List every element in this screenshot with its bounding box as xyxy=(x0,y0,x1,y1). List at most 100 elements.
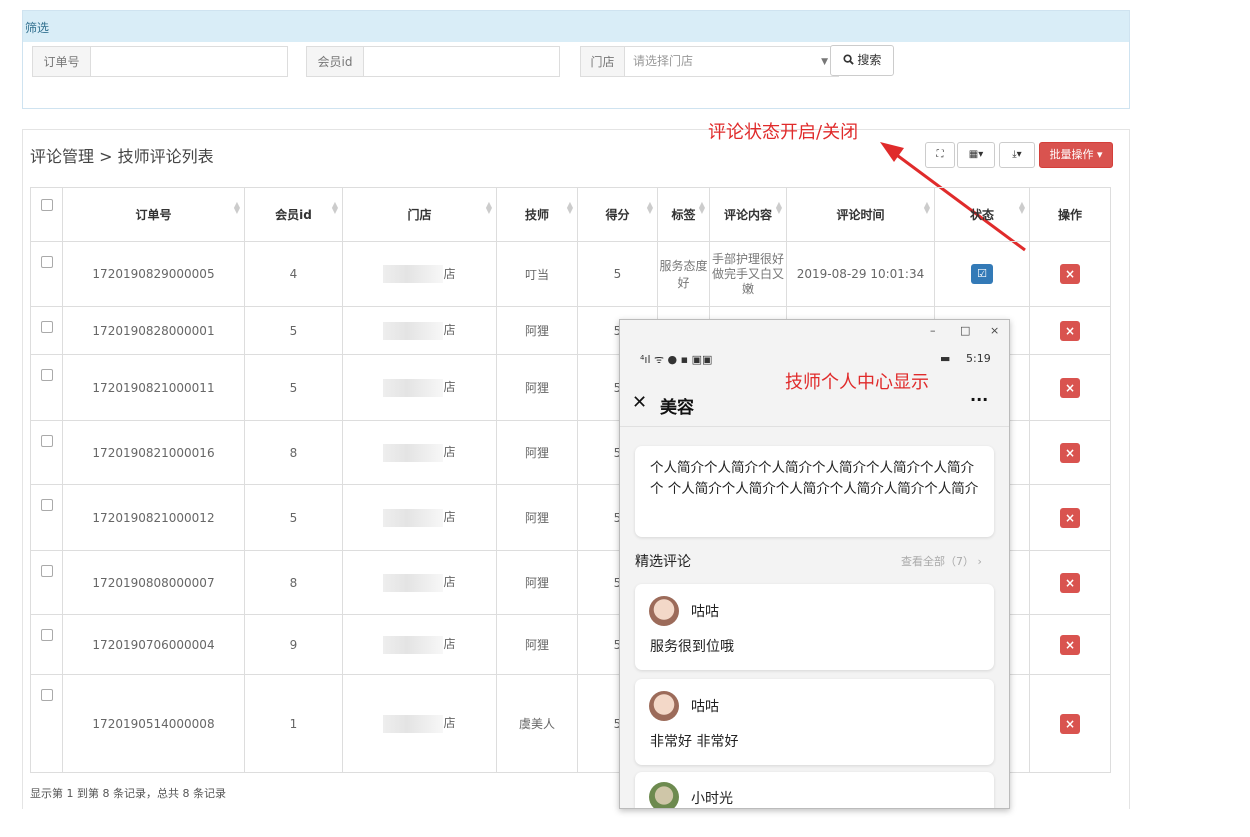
chevron-right-icon: › xyxy=(977,555,982,568)
member-cell: 8 xyxy=(244,420,343,485)
col-status-label: 状态 xyxy=(969,208,994,222)
status-toggle-button[interactable]: ☑ xyxy=(971,264,993,284)
blurred-store-name xyxy=(383,265,444,284)
row-checkbox[interactable] xyxy=(30,241,63,307)
review-user: 小时光 xyxy=(691,791,733,807)
store-cell: 店 xyxy=(342,674,497,773)
more-icon[interactable]: ··· xyxy=(970,390,988,409)
avatar xyxy=(649,596,679,626)
review-text: 服务很到位哦 xyxy=(650,639,734,655)
row-checkbox[interactable] xyxy=(30,614,63,675)
check-square-icon: ☑ xyxy=(977,267,987,280)
columns-button[interactable]: ▦▾ xyxy=(957,142,995,168)
search-button[interactable]: 搜索 xyxy=(830,45,894,76)
col-actions-label: 操作 xyxy=(1057,208,1082,222)
close-icon: × xyxy=(1064,445,1076,460)
export-button[interactable]: ⤓▾ xyxy=(999,142,1035,168)
table-row: 1720190829000005 4 店 叮当 5 服务态度好 手部护理很好 做完手又白又嫩… xyxy=(30,241,1148,307)
close-icon: × xyxy=(1064,575,1076,590)
close-icon: × xyxy=(1064,716,1076,731)
phone-preview-window: – □ × ⁴ıl ᯤ ● ▪ ▣▣ ▬ 5:19 技师个人中心显示 ✕ 美容 … xyxy=(619,319,1010,809)
order-number-label: 订单号 xyxy=(32,46,91,77)
order-cell: 1720190821000012 xyxy=(62,484,245,551)
col-content-label: 评论内容 xyxy=(723,208,772,222)
tech-cell: 阿狸 xyxy=(496,306,578,355)
view-all-link[interactable]: 查看全部（7） › xyxy=(901,553,982,569)
member-id-input[interactable] xyxy=(364,46,560,77)
order-cell: 1720190821000011 xyxy=(62,354,245,421)
sort-icon: ▲ ▼ xyxy=(485,200,492,215)
row-checkbox[interactable] xyxy=(30,484,63,551)
col-tech[interactable]: 技师 ▲ ▼ xyxy=(496,187,578,242)
delete-button[interactable]: × xyxy=(1060,572,1080,593)
select-all-checkbox[interactable] xyxy=(30,187,63,242)
order-number-input[interactable] xyxy=(91,46,288,77)
row-checkbox[interactable] xyxy=(30,306,63,355)
member-cell: 5 xyxy=(244,306,343,355)
delete-button[interactable]: × xyxy=(1060,264,1080,284)
review-card: 咕咕 非常好 非常好 xyxy=(635,679,994,765)
sort-icon: ▲ ▼ xyxy=(1018,200,1025,215)
store-suffix: 店 xyxy=(443,323,456,338)
phone-annotation: 技师个人中心显示 xyxy=(785,372,929,393)
blurred-store-name xyxy=(383,573,444,592)
search-icon xyxy=(843,54,854,65)
row-checkbox[interactable] xyxy=(30,550,63,615)
blurred-store-name xyxy=(383,321,444,340)
delete-button[interactable]: × xyxy=(1060,634,1080,655)
minimize-icon[interactable]: – xyxy=(930,324,936,337)
col-member[interactable]: 会员id ▲ ▼ xyxy=(244,187,343,242)
batch-actions-button[interactable]: 批量操作 ▾ xyxy=(1039,142,1113,168)
close-icon[interactable]: ✕ xyxy=(632,392,647,413)
col-content[interactable]: 评论内容 ▲ ▼ xyxy=(709,187,787,242)
delete-button[interactable]: × xyxy=(1060,507,1080,528)
member-cell: 4 xyxy=(244,241,343,307)
close-icon: × xyxy=(1064,380,1076,395)
status-annotation: 评论状态开启/关闭 xyxy=(708,122,859,143)
actions-cell: × xyxy=(1029,674,1111,773)
col-order[interactable]: 订单号 ▲ ▼ xyxy=(62,187,245,242)
actions-cell: × xyxy=(1029,420,1111,485)
member-cell: 5 xyxy=(244,354,343,421)
battery-icon: ▬ xyxy=(940,352,951,365)
review-user: 咕咕 xyxy=(691,604,719,620)
actions-cell: × xyxy=(1029,354,1111,421)
delete-button[interactable]: × xyxy=(1060,713,1080,734)
row-checkbox[interactable] xyxy=(30,674,63,773)
chevron-down-icon: ▼ xyxy=(821,57,828,67)
row-checkbox[interactable] xyxy=(30,354,63,421)
col-time[interactable]: 评论时间 ▲ ▼ xyxy=(786,187,935,242)
table-header-row: 订单号 ▲ ▼ 会员id ▲ ▼ 门店 ▲ ▼ 技师 ▲ ▼ 得分 ▲ ▼ 标签 ▲ ▼ 评论内容 ▲ ▼ … xyxy=(30,187,1148,242)
col-store[interactable]: 门店 ▲ ▼ xyxy=(342,187,497,242)
col-store-label: 门店 xyxy=(407,208,432,222)
col-score[interactable]: 得分 ▲ ▼ xyxy=(577,187,658,242)
delete-button[interactable]: × xyxy=(1060,442,1080,463)
view-all-label: 查看全部（7） xyxy=(901,555,974,568)
window-titlebar: – □ × xyxy=(620,320,1009,344)
fullscreen-button[interactable]: ⛶ xyxy=(925,142,955,168)
tech-cell: 阿狸 xyxy=(496,484,578,551)
col-status[interactable]: 状态 ▲ ▼ xyxy=(934,187,1030,242)
bio-card: 个人简介个人简介个人简介个人简介个人简介个人简介个 个人简介个人简介个人简介个人… xyxy=(635,446,994,537)
order-cell: 1720190828000001 xyxy=(62,306,245,355)
col-member-label: 会员id xyxy=(275,208,312,222)
store-cell: 店 xyxy=(342,241,497,307)
row-checkbox[interactable] xyxy=(30,420,63,485)
store-select[interactable]: 请选择门店 ▼ xyxy=(625,46,839,77)
close-window-icon[interactable]: × xyxy=(990,324,999,337)
store-select-placeholder: 请选择门店 xyxy=(633,54,694,68)
close-icon: × xyxy=(1064,637,1076,652)
content-cell: 手部护理很好 做完手又白又嫩 xyxy=(709,241,787,307)
actions-cell: × xyxy=(1029,306,1111,355)
member-cell: 1 xyxy=(244,674,343,773)
order-cell: 1720190808000007 xyxy=(62,550,245,615)
close-icon: × xyxy=(1064,267,1076,281)
fullscreen-icon: ⛶ xyxy=(936,149,944,160)
blurred-store-name xyxy=(383,378,444,397)
time-cell: 2019-08-29 10:01:34 xyxy=(786,241,935,307)
maximize-icon[interactable]: □ xyxy=(960,324,970,337)
delete-button[interactable]: × xyxy=(1060,377,1080,398)
tag-cell: 服务态度好 xyxy=(657,241,710,307)
delete-button[interactable]: × xyxy=(1060,320,1080,341)
col-tag[interactable]: 标签 ▲ ▼ xyxy=(657,187,710,242)
